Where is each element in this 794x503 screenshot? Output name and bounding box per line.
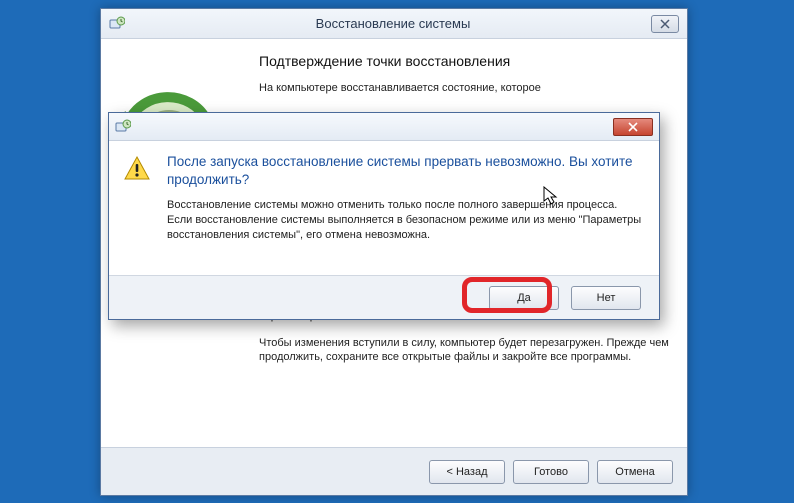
- dialog-titlebar: [109, 113, 659, 141]
- dialog-content: После запуска восстановление системы пре…: [155, 153, 643, 267]
- confirm-dialog: После запуска восстановление системы пре…: [108, 112, 660, 320]
- window-title: Восстановление системы: [135, 16, 651, 31]
- finish-button[interactable]: Готово: [513, 460, 589, 484]
- no-button[interactable]: Нет: [571, 286, 641, 310]
- dialog-body: После запуска восстановление системы пре…: [109, 141, 659, 275]
- wizard-footer: < Назад Готово Отмена: [101, 447, 687, 495]
- titlebar: Восстановление системы: [101, 9, 687, 39]
- cancel-button[interactable]: Отмена: [597, 460, 673, 484]
- restart-note: Чтобы изменения вступили в силу, компьют…: [259, 336, 671, 366]
- window-close-button[interactable]: [651, 15, 679, 33]
- wizard-heading: Подтверждение точки восстановления: [259, 53, 671, 69]
- back-button[interactable]: < Назад: [429, 460, 505, 484]
- yes-button[interactable]: Да: [489, 286, 559, 310]
- dialog-heading: После запуска восстановление системы пре…: [167, 153, 643, 188]
- dialog-footer: Да Нет: [109, 275, 659, 319]
- dialog-close-button[interactable]: [613, 118, 653, 136]
- dialog-text: Восстановление системы можно отменить то…: [167, 198, 643, 243]
- warning-icon: [123, 153, 155, 267]
- system-restore-icon: [115, 119, 131, 135]
- system-restore-icon: [109, 16, 125, 32]
- wizard-intro: На компьютере восстанавливается состояни…: [259, 81, 671, 96]
